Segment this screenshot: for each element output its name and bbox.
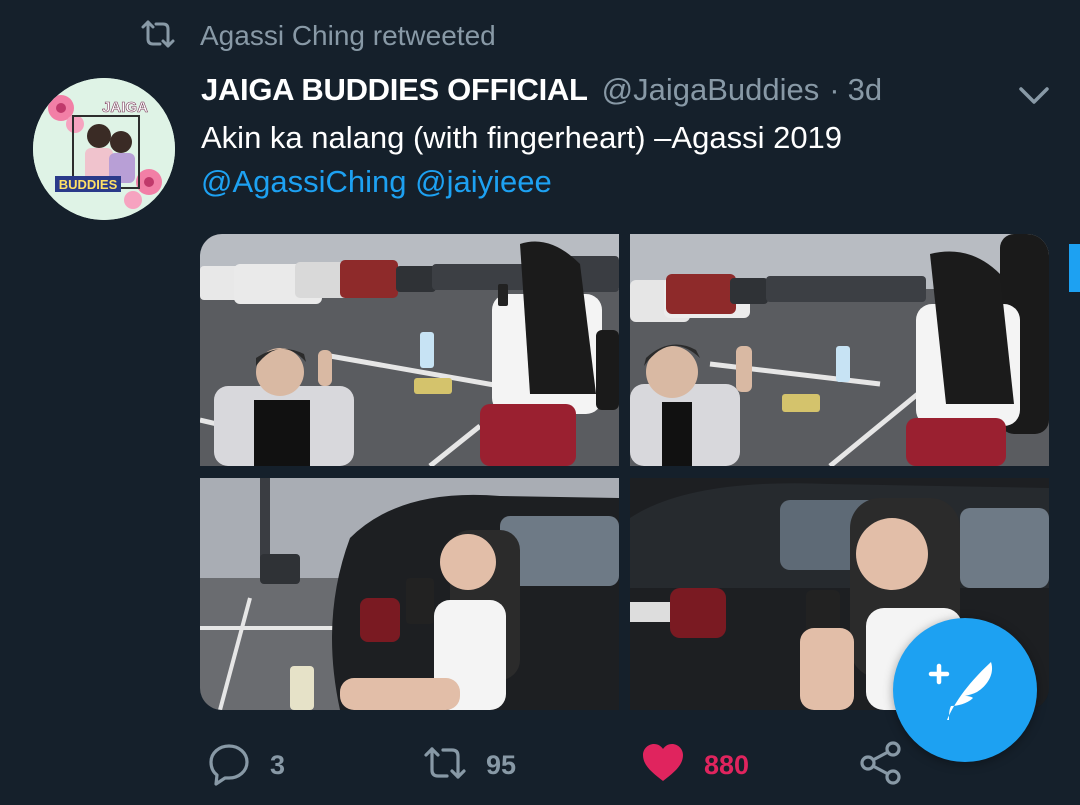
retweet-count: 95 bbox=[486, 749, 517, 780]
avatar-text-buddies: BUDDIES bbox=[59, 177, 118, 192]
tweet-mentions: @AgassiChing @jaiyieee bbox=[201, 160, 552, 204]
like-count: 880 bbox=[704, 749, 750, 780]
retweet-banner-text[interactable]: Agassi Ching retweeted bbox=[200, 20, 496, 52]
media-photo-3[interactable] bbox=[200, 478, 619, 710]
media-photo-2[interactable] bbox=[630, 234, 1049, 466]
avatar[interactable]: JAIGA BUDDIES bbox=[33, 78, 175, 220]
tweet-timestamp[interactable]: 3d bbox=[848, 72, 882, 108]
like-icon bbox=[640, 740, 686, 791]
share-button[interactable] bbox=[858, 740, 904, 790]
retweet-button[interactable]: 95 bbox=[422, 740, 516, 790]
retweet-icon bbox=[422, 740, 468, 791]
retweet-banner: Agassi Ching retweeted bbox=[140, 16, 496, 56]
share-icon bbox=[858, 740, 904, 791]
mention-link-jaiyieee[interactable]: @jaiyieee bbox=[415, 164, 552, 199]
media-photo-1[interactable] bbox=[200, 234, 619, 466]
chevron-down-icon[interactable] bbox=[1016, 82, 1052, 108]
compose-tweet-icon bbox=[928, 662, 993, 720]
retweet-icon bbox=[140, 19, 176, 54]
author-name[interactable]: JAIGA BUDDIES OFFICIAL bbox=[201, 72, 588, 108]
avatar-text-jaiga: JAIGA bbox=[102, 99, 148, 116]
author-handle[interactable]: @JaigaBuddies bbox=[602, 72, 820, 108]
tweet-header: JAIGA BUDDIES OFFICIAL @JaigaBuddies · 3… bbox=[201, 72, 882, 114]
reply-count: 3 bbox=[270, 749, 286, 780]
tweet-text: Akin ka nalang (with fingerheart) –Agass… bbox=[201, 120, 843, 155]
reply-icon bbox=[206, 740, 252, 791]
like-button[interactable]: 880 bbox=[640, 740, 749, 790]
scrollbar-thumb[interactable] bbox=[1069, 244, 1080, 292]
separator-dot: · bbox=[829, 72, 840, 107]
compose-tweet-button[interactable] bbox=[893, 618, 1037, 762]
reply-button[interactable]: 3 bbox=[206, 740, 285, 790]
mention-link-agassiching[interactable]: @AgassiChing bbox=[201, 164, 407, 199]
